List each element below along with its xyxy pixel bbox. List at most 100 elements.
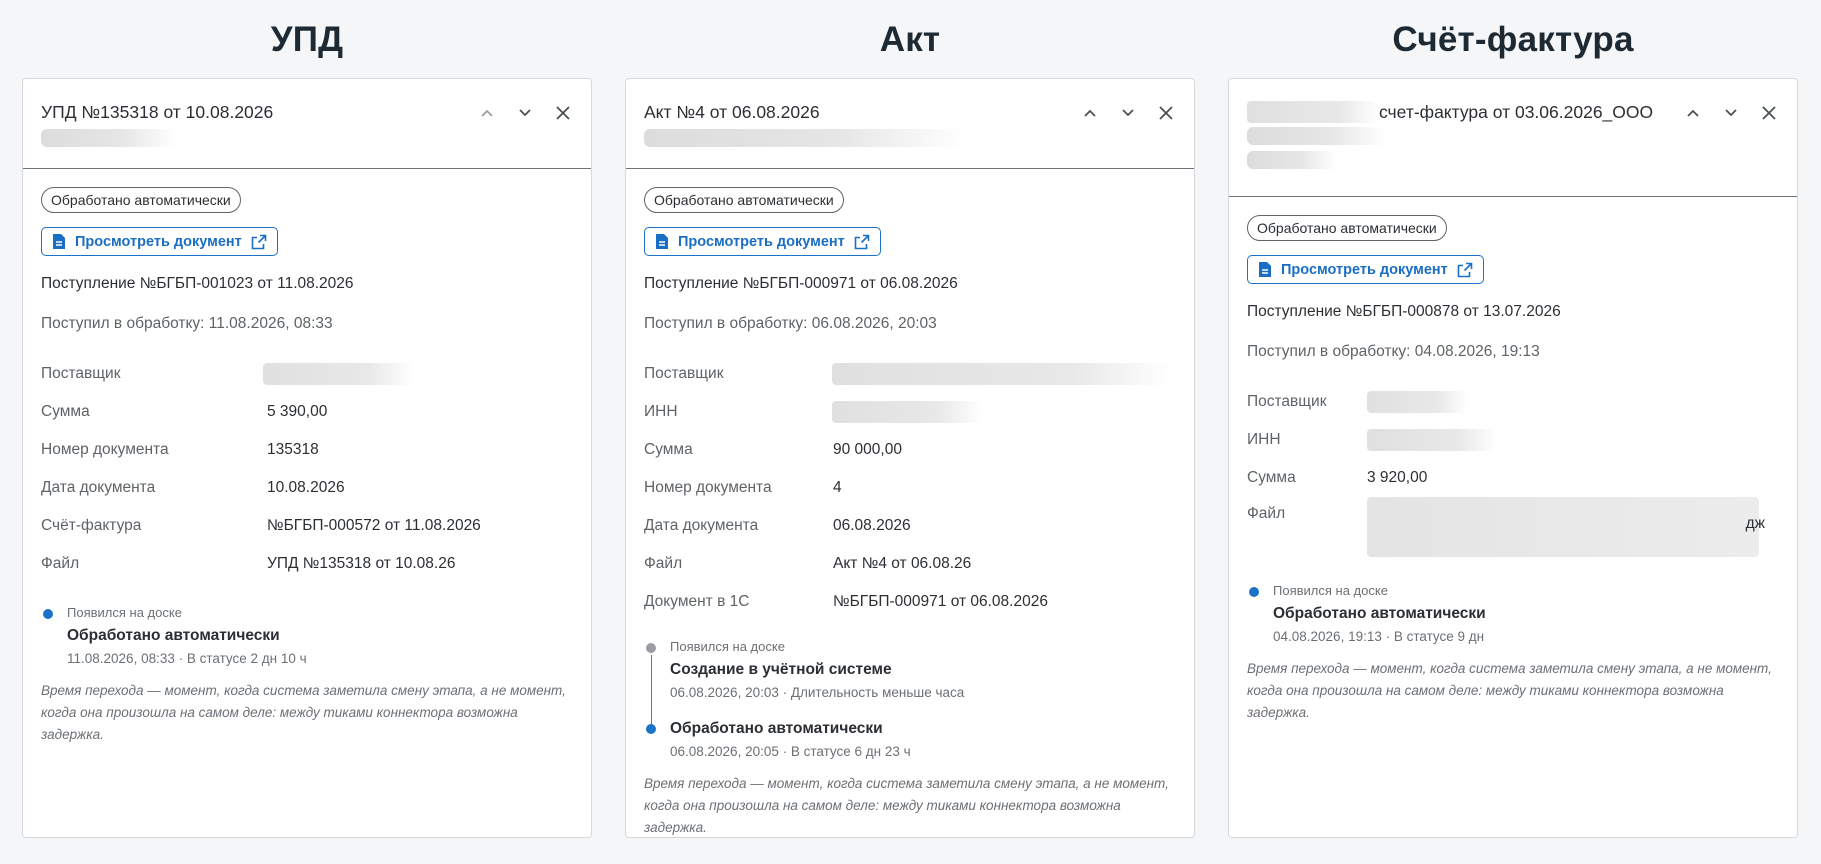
field-row: Счёт-фактура №БГБП-000572 от 11.08.2026 <box>41 507 573 545</box>
card-header: Акт №4 от 06.08.2026 <box>626 79 1194 169</box>
field-label: Счёт-фактура <box>41 517 142 534</box>
field-label: Номер документа <box>41 441 169 458</box>
field-row: Файл дж <box>1247 497 1779 561</box>
close-button[interactable] <box>1759 103 1779 123</box>
column-invoice: Счёт-фактура счет-фактура от 03.06.2026_… <box>1228 0 1798 864</box>
file-name-tail: дж <box>1745 515 1765 532</box>
field-label: Сумма <box>41 403 90 420</box>
status-badge: Обработано автоматически <box>41 187 241 213</box>
field-label: Сумма <box>644 441 693 458</box>
view-document-button[interactable]: Просмотреть документ <box>644 227 881 256</box>
previous-button[interactable] <box>1683 103 1703 123</box>
timeline-item: Обработано автоматически 06.08.2026, 20:… <box>644 720 1176 759</box>
chevron-down-icon <box>1122 109 1134 117</box>
field-label: ИНН <box>1247 431 1281 448</box>
header-tools <box>1683 103 1779 123</box>
timeline: Появился на доске Обработано автоматичес… <box>41 605 573 666</box>
timeline-title: Создание в учётной системе <box>670 661 892 678</box>
fields-list: Поставщик ИНН Сумма 90 000,00 Номер докум… <box>644 355 1176 621</box>
view-document-label: Просмотреть документ <box>75 233 242 250</box>
next-button[interactable] <box>1118 103 1138 123</box>
timeline-meta: Появился на доске <box>1273 583 1388 598</box>
field-row: ИНН <box>644 393 1176 431</box>
card-title: счет-фактура от 03.06.2026_ООО <box>1379 102 1654 122</box>
document-icon <box>1259 262 1271 277</box>
close-icon <box>1159 106 1173 120</box>
previous-button[interactable] <box>1080 103 1100 123</box>
field-label: Файл <box>644 555 683 572</box>
field-label: Документ в 1С <box>644 593 750 610</box>
footnote: Время перехода — момент, когда система з… <box>644 776 1169 835</box>
close-icon <box>556 106 570 120</box>
file-link[interactable]: Акт №4 от 06.08.26 <box>833 555 971 573</box>
view-document-button[interactable]: Просмотреть документ <box>1247 255 1484 284</box>
fields-list: Поставщик ИНН Сумма 3 920,00 Файл дж <box>1247 383 1779 561</box>
field-value: 90 000,00 <box>833 441 902 458</box>
timeline-dot <box>43 609 53 619</box>
field-value: 5 390,00 <box>267 403 328 420</box>
chevron-down-icon <box>519 109 531 117</box>
field-row: Сумма 5 390,00 <box>41 393 573 431</box>
field-label: Дата документа <box>644 517 759 534</box>
field-label: Файл <box>41 555 80 572</box>
timeline: Появился на доске Создание в учётной сис… <box>644 639 1176 759</box>
close-icon <box>1762 106 1776 120</box>
document-card: Акт №4 от 06.08.2026 Обработано автомати… <box>625 78 1195 838</box>
column-upd: УПД УПД №135318 от 10.08.2026 Обработано… <box>22 0 592 864</box>
chevron-up-icon <box>1687 109 1699 117</box>
document-card: счет-фактура от 03.06.2026_ООО Обработан… <box>1228 78 1798 838</box>
timeline-sub: 11.08.2026, 08:33 · В статусе 2 дн 10 ч <box>67 651 307 666</box>
redacted-value <box>263 363 413 385</box>
view-document-label: Просмотреть документ <box>678 233 845 250</box>
external-link-icon <box>854 234 870 249</box>
fields-list: Поставщик Сумма 5 390,00 Номер документа 1… <box>41 355 573 583</box>
redacted-subtitle <box>1247 151 1337 169</box>
timeline-meta: Появился на доске <box>670 639 785 654</box>
field-label: Поставщик <box>41 365 121 382</box>
view-document-label: Просмотреть документ <box>1281 261 1448 278</box>
timeline-title: Обработано автоматически <box>670 720 883 737</box>
timeline-sub: 04.08.2026, 19:13 · В статусе 9 дн <box>1273 629 1485 644</box>
field-row: Номер документа 4 <box>644 469 1176 507</box>
field-value: 135318 <box>267 441 319 458</box>
next-button[interactable] <box>1721 103 1741 123</box>
receipt-line: Поступление №БГБП-000878 от 13.07.2026 <box>1247 303 1561 320</box>
redacted-value <box>1367 497 1759 557</box>
field-value: 10.08.2026 <box>267 479 345 496</box>
close-button[interactable] <box>1156 103 1176 123</box>
document-icon <box>656 234 668 249</box>
field-label: Дата документа <box>41 479 156 496</box>
field-row: Файл Акт №4 от 06.08.26 <box>644 545 1176 583</box>
redacted-subtitle <box>41 129 176 147</box>
redacted-subtitle <box>1247 127 1387 145</box>
status-badge: Обработано автоматически <box>1247 215 1447 241</box>
timeline-title: Обработано автоматически <box>67 627 280 644</box>
status-badge: Обработано автоматически <box>644 187 844 213</box>
external-link-icon <box>251 234 267 249</box>
external-link-icon <box>1457 262 1473 277</box>
timeline-dot <box>1249 587 1259 597</box>
receipt-line: Поступление №БГБП-001023 от 11.08.2026 <box>41 275 354 292</box>
redacted-value <box>1367 429 1497 451</box>
field-row: Поставщик <box>644 355 1176 393</box>
header-tools <box>1080 103 1176 123</box>
field-value: №БГБП-000971 от 06.08.2026 <box>833 593 1048 610</box>
timeline-dot <box>646 643 656 653</box>
redacted-value <box>832 401 982 423</box>
field-row: Номер документа 135318 <box>41 431 573 469</box>
close-button[interactable] <box>553 103 573 123</box>
card-header: УПД №135318 от 10.08.2026 <box>23 79 591 169</box>
field-row: Сумма 90 000,00 <box>644 431 1176 469</box>
file-value[interactable]: дж <box>1367 497 1765 557</box>
next-button[interactable] <box>515 103 535 123</box>
chevron-up-icon <box>1084 109 1096 117</box>
view-document-button[interactable]: Просмотреть документ <box>41 227 278 256</box>
field-row: ИНН <box>1247 421 1779 459</box>
previous-button[interactable] <box>477 103 497 123</box>
field-row: Дата документа 06.08.2026 <box>644 507 1176 545</box>
file-link[interactable]: УПД №135318 от 10.08.26 <box>267 555 455 573</box>
chevron-up-icon <box>481 109 493 117</box>
column-akt: Акт Акт №4 от 06.08.2026 Обработано авто… <box>625 0 1195 864</box>
redacted-value <box>832 363 1172 385</box>
field-row: Дата документа 10.08.2026 <box>41 469 573 507</box>
